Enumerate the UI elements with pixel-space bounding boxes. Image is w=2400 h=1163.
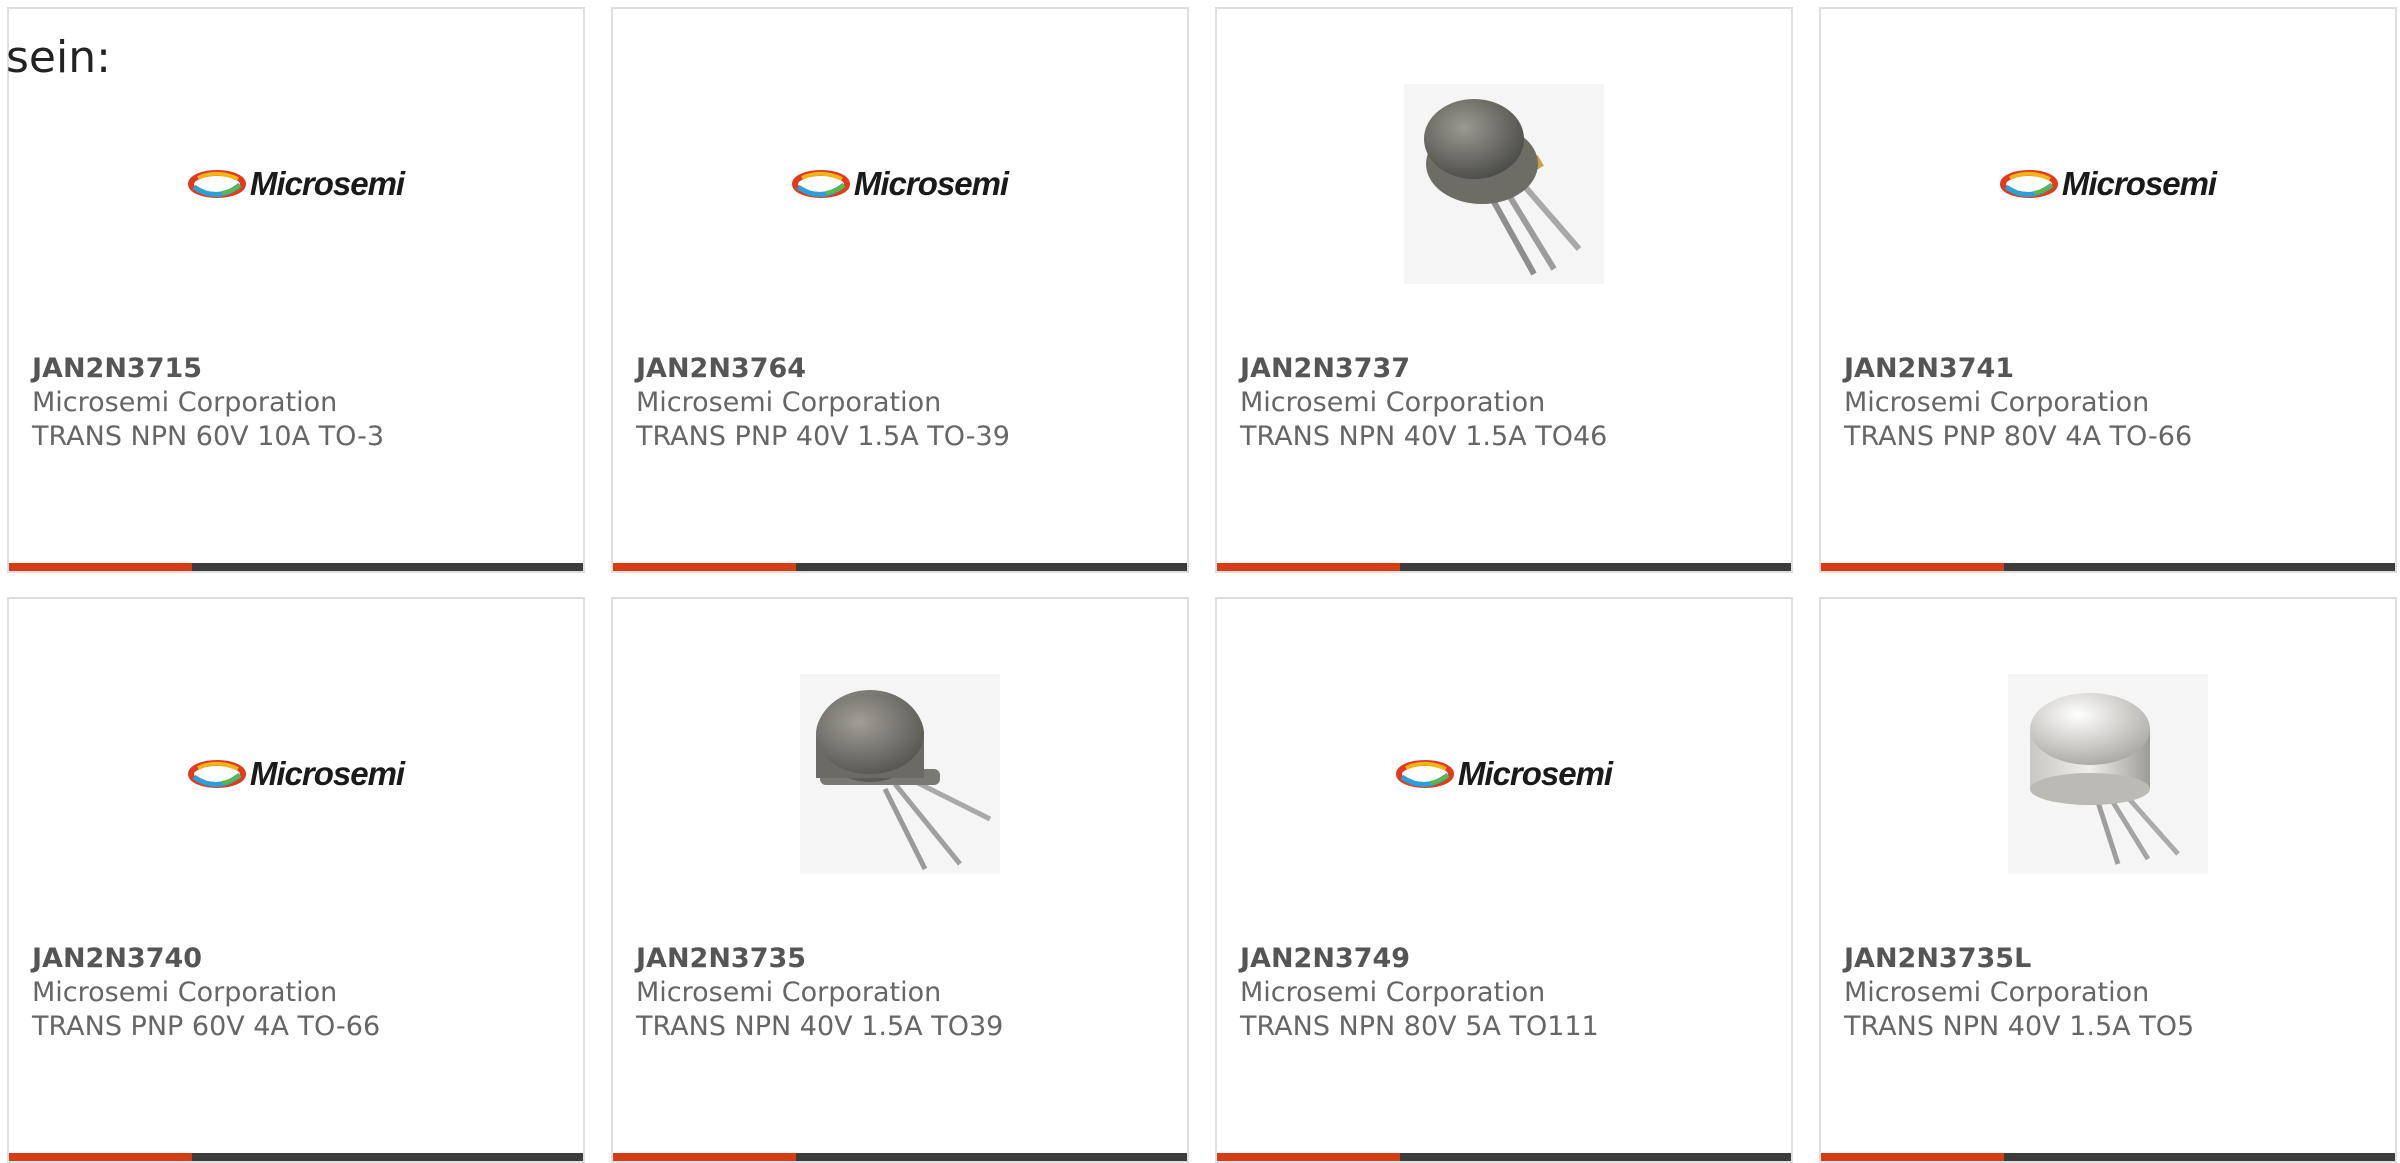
transistor-icon <box>816 690 992 871</box>
product-image <box>1217 64 1791 304</box>
logo-wordmark: Microsemi <box>249 755 405 792</box>
product-card[interactable]: Microsemi JAN2N3740 Microsemi Corporatio… <box>7 597 585 1163</box>
part-number[interactable]: JAN2N3740 <box>32 942 573 976</box>
product-card[interactable]: Microsemi JAN2N3764 Microsemi Corporatio… <box>611 7 1189 573</box>
card-accent-bar <box>9 1153 583 1161</box>
card-accent-bar <box>1821 563 2395 571</box>
to46-transistor-photo <box>1404 84 1604 284</box>
microsemi-logo: Microsemi <box>1395 755 1613 793</box>
product-card[interactable]: Microsemi JAN2N3715 Microsemi Corporatio… <box>7 7 585 573</box>
part-number[interactable]: JAN2N3735L <box>1844 942 2385 976</box>
manufacturer: Microsemi Corporation <box>32 977 338 1008</box>
intro-text: sein: <box>6 32 111 83</box>
product-image: Microsemi <box>9 64 583 304</box>
product-image: Microsemi <box>613 64 1187 304</box>
description: TRANS PNP 40V 1.5A TO-39 <box>636 421 1010 452</box>
part-number[interactable]: JAN2N3715 <box>32 352 573 386</box>
product-image: Microsemi <box>1821 64 2395 304</box>
transistor-icon <box>1424 99 1582 276</box>
microsemi-logo: Microsemi <box>187 165 405 203</box>
manufacturer: Microsemi Corporation <box>636 387 942 418</box>
product-image: Microsemi <box>1217 654 1791 894</box>
part-number[interactable]: JAN2N3737 <box>1240 352 1781 386</box>
description: TRANS NPN 40V 1.5A TO46 <box>1240 421 1608 452</box>
part-number[interactable]: JAN2N3749 <box>1240 942 1781 976</box>
manufacturer: Microsemi Corporation <box>1844 387 2150 418</box>
product-card[interactable]: Microsemi JAN2N3749 Microsemi Corporatio… <box>1215 597 1793 1163</box>
part-number[interactable]: JAN2N3741 <box>1844 352 2385 386</box>
product-grid: Microsemi JAN2N3715 Microsemi Corporatio… <box>7 7 2400 1163</box>
card-accent-bar <box>1821 1153 2395 1161</box>
part-number[interactable]: JAN2N3764 <box>636 352 1177 386</box>
description: TRANS NPN 40V 1.5A TO39 <box>636 1011 1004 1042</box>
product-image: Microsemi <box>9 654 583 894</box>
description: TRANS PNP 80V 4A TO-66 <box>1844 421 2193 452</box>
description: TRANS NPN 60V 10A TO-3 <box>32 421 385 452</box>
microsemi-logo: Microsemi <box>791 165 1009 203</box>
card-accent-bar <box>613 563 1187 571</box>
product-image <box>613 654 1187 894</box>
microsemi-swirl-icon <box>1395 760 1454 788</box>
manufacturer: Microsemi Corporation <box>1240 387 1546 418</box>
manufacturer: Microsemi Corporation <box>1844 977 2150 1008</box>
product-card[interactable]: JAN2N3735 Microsemi Corporation TRANS NP… <box>611 597 1189 1163</box>
to39-transistor-photo <box>800 674 1000 874</box>
description: TRANS PNP 60V 4A TO-66 <box>32 1011 381 1042</box>
microsemi-logo: Microsemi <box>187 755 405 793</box>
transistor-icon <box>2030 693 2180 865</box>
card-accent-bar <box>1217 563 1791 571</box>
product-card[interactable]: Microsemi JAN2N3741 Microsemi Corporatio… <box>1819 7 2397 573</box>
card-accent-bar <box>1217 1153 1791 1161</box>
logo-wordmark: Microsemi <box>2061 165 2217 202</box>
description: TRANS NPN 40V 1.5A TO5 <box>1844 1011 2195 1042</box>
card-accent-bar <box>9 563 583 571</box>
logo-wordmark: Microsemi <box>1457 755 1613 792</box>
to5-transistor-photo <box>2008 674 2208 874</box>
product-image <box>1821 654 2395 894</box>
manufacturer: Microsemi Corporation <box>32 387 338 418</box>
card-accent-bar <box>613 1153 1187 1161</box>
manufacturer: Microsemi Corporation <box>636 977 942 1008</box>
logo-wordmark: Microsemi <box>853 165 1009 202</box>
manufacturer: Microsemi Corporation <box>1240 977 1546 1008</box>
product-card[interactable]: JAN2N3737 Microsemi Corporation TRANS NP… <box>1215 7 1793 573</box>
microsemi-logo: Microsemi <box>1999 165 2217 203</box>
logo-wordmark: Microsemi <box>249 165 405 202</box>
microsemi-swirl-icon <box>187 760 246 788</box>
part-number[interactable]: JAN2N3735 <box>636 942 1177 976</box>
microsemi-swirl-icon <box>187 170 246 198</box>
microsemi-swirl-icon <box>1999 170 2058 198</box>
description: TRANS NPN 80V 5A TO111 <box>1240 1011 1599 1042</box>
product-card[interactable]: JAN2N3735L Microsemi Corporation TRANS N… <box>1819 597 2397 1163</box>
microsemi-swirl-icon <box>791 170 850 198</box>
